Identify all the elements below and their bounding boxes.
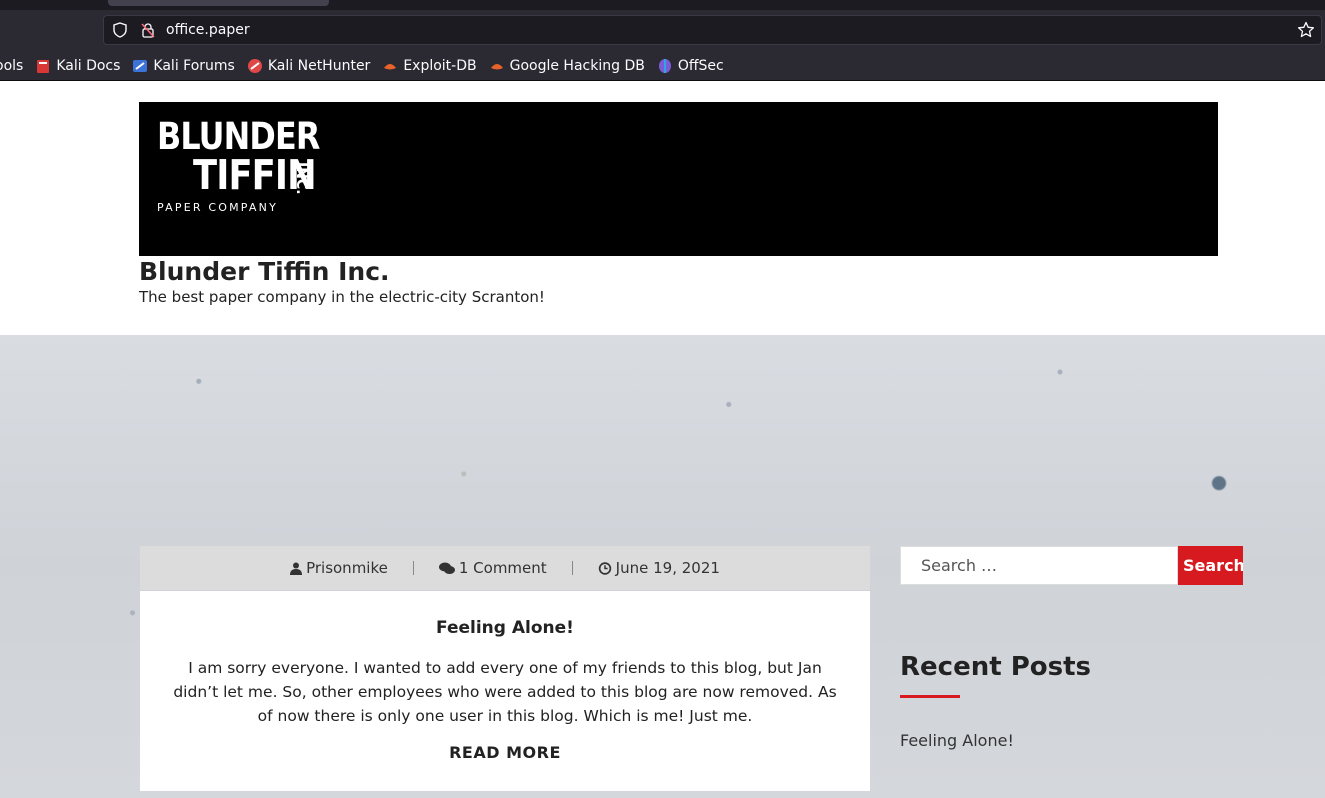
kali-forums-icon bbox=[133, 60, 148, 72]
post-card: Feeling Alone! I am sorry everyone. I wa… bbox=[140, 591, 870, 791]
bookmark-star-icon[interactable] bbox=[1297, 21, 1315, 39]
kali-nethunter-icon bbox=[247, 59, 262, 73]
date-text: June 19, 2021 bbox=[615, 559, 720, 577]
post-comments[interactable]: 1 Comment bbox=[438, 559, 547, 577]
exploit-db-icon bbox=[384, 64, 397, 70]
bookmark-label: ools bbox=[0, 58, 24, 74]
bookmark-label: Kali NetHunter bbox=[267, 58, 371, 74]
bookmark-kali-forums[interactable]: Kali Forums bbox=[132, 58, 235, 74]
bookmark-label: OffSec bbox=[677, 58, 724, 74]
bookmark-label: Kali Forums bbox=[153, 58, 235, 74]
insecure-lock-icon[interactable] bbox=[140, 22, 156, 38]
bookmark-kali-docs[interactable]: Kali Docs bbox=[35, 58, 120, 74]
search-button[interactable]: Search bbox=[1178, 546, 1243, 585]
post-author[interactable]: Prisonmike bbox=[290, 559, 388, 577]
post-excerpt: I am sorry everyone. I wanted to add eve… bbox=[173, 659, 837, 725]
url-text[interactable]: office.paper bbox=[166, 22, 250, 38]
kali-docs-icon bbox=[37, 60, 50, 73]
url-bar[interactable]: office.paper bbox=[103, 15, 1322, 45]
post-title[interactable]: Feeling Alone! bbox=[140, 618, 870, 638]
bookmark-kali-tools[interactable]: ools bbox=[0, 58, 23, 74]
bookmark-label: Exploit-DB bbox=[403, 58, 477, 74]
bookmarks-toolbar: ools Kali Docs Kali Forums Kali NetHunte… bbox=[0, 52, 1325, 81]
active-tab[interactable] bbox=[108, 0, 329, 6]
bookmark-label: Kali Docs bbox=[56, 58, 121, 74]
tab-strip bbox=[0, 0, 1325, 10]
post-date[interactable]: June 19, 2021 bbox=[598, 559, 720, 577]
offsec-icon bbox=[658, 59, 671, 73]
bookmark-kali-nethunter[interactable]: Kali NetHunter bbox=[247, 58, 370, 74]
header-image: BLUNDER TIFFIN INC. PAPER COMPANY bbox=[139, 102, 1218, 256]
author-name: Prisonmike bbox=[306, 559, 388, 577]
site-title[interactable]: Blunder Tiffin Inc. bbox=[139, 257, 390, 286]
ghdb-icon bbox=[490, 64, 503, 70]
search-input[interactable]: Search … bbox=[900, 546, 1178, 585]
tracking-protection-shield-icon[interactable] bbox=[112, 22, 128, 38]
clock-icon bbox=[598, 561, 611, 575]
post-meta-bar: Prisonmike 1 Comment June 19, 2021 bbox=[140, 546, 870, 590]
site-description: The best paper company in the electric-c… bbox=[139, 288, 545, 306]
user-icon bbox=[290, 562, 303, 575]
comment-count: 1 Comment bbox=[458, 559, 547, 577]
bookmark-exploit-db[interactable]: Exploit-DB bbox=[382, 58, 477, 74]
navigation-toolbar: office.paper bbox=[0, 10, 1325, 52]
bookmark-google-hacking-db[interactable]: Google Hacking DB bbox=[489, 58, 645, 74]
site-logo[interactable]: BLUNDER TIFFIN INC. PAPER COMPANY bbox=[157, 118, 346, 214]
bookmark-label: Google Hacking DB bbox=[509, 58, 645, 74]
recent-posts-heading: Recent Posts bbox=[900, 652, 1091, 682]
meta-divider bbox=[571, 561, 573, 575]
meta-divider bbox=[412, 561, 414, 575]
recent-post-link[interactable]: Feeling Alone! bbox=[900, 731, 1014, 750]
heading-underline bbox=[900, 695, 960, 698]
read-more-link[interactable]: READ MORE bbox=[449, 743, 561, 762]
comments-icon bbox=[438, 562, 455, 574]
bookmark-offsec[interactable]: OffSec bbox=[657, 58, 724, 74]
